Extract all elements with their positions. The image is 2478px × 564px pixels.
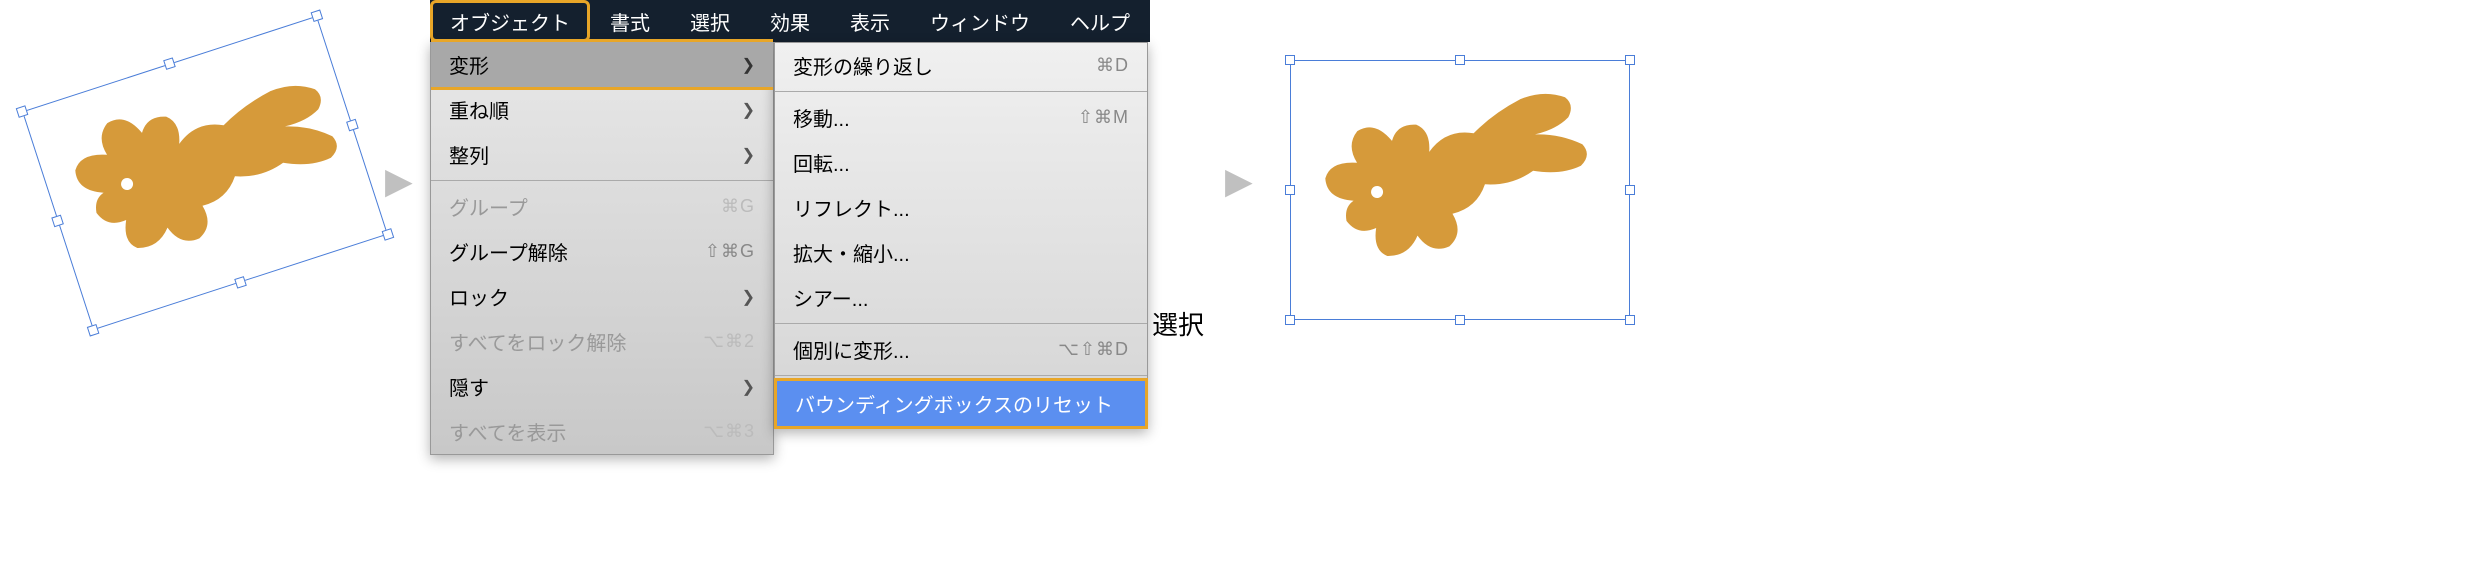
- menubar-item-select[interactable]: 選択: [670, 0, 750, 42]
- menu-item-label: リフレクト...: [793, 193, 910, 222]
- menu-item-label: シアー...: [793, 283, 868, 312]
- handle-mr[interactable]: [346, 119, 359, 132]
- menu-shortcut: ⇧⌘M: [1078, 107, 1129, 128]
- menu-item-align[interactable]: 整列 ❯: [431, 132, 773, 177]
- handle-tl[interactable]: [16, 105, 29, 118]
- submenu-item-reset-bbox[interactable]: バウンディングボックスのリセット: [774, 378, 1148, 429]
- menu-item-label: 変形: [449, 50, 489, 79]
- chevron-right-icon: ❯: [742, 145, 755, 165]
- menubar-item-view[interactable]: 表示: [830, 0, 910, 42]
- menu-shortcut: ⌥⌘2: [703, 331, 755, 352]
- canvas-after: [1280, 45, 1650, 325]
- bounding-box-axis-aligned[interactable]: [1290, 60, 1630, 320]
- menubar-item-window[interactable]: ウィンドウ: [910, 0, 1050, 42]
- canvas-before: [30, 20, 380, 370]
- transform-submenu: 変形の繰り返し ⌘D 移動... ⇧⌘M 回転... リフレクト... 拡大・縮…: [774, 42, 1148, 429]
- handle-bm[interactable]: [234, 276, 247, 289]
- menu-item-label: 整列: [449, 140, 489, 169]
- menu-item-label: 変形の繰り返し: [793, 51, 933, 80]
- menubar-item-help[interactable]: ヘルプ: [1050, 0, 1150, 42]
- submenu-item-rotate[interactable]: 回転...: [775, 140, 1147, 185]
- menu-container: オブジェクト 書式 選択 効果 表示 ウィンドウ ヘルプ 変形 ❯ 重ね順 ❯ …: [430, 0, 1150, 42]
- submenu-item-scale[interactable]: 拡大・縮小...: [775, 230, 1147, 275]
- handle-br[interactable]: [382, 228, 395, 241]
- handle-tm[interactable]: [163, 57, 176, 70]
- menu-item-label: バウンディングボックスのリセット: [795, 389, 1113, 418]
- menu-item-label: 隠す: [449, 372, 489, 401]
- menu-item-label: 拡大・縮小...: [793, 238, 910, 267]
- menu-shortcut: ⌥⇧⌘D: [1058, 339, 1129, 360]
- bounding-box-rotated[interactable]: [22, 16, 388, 331]
- handle-tm[interactable]: [1455, 55, 1465, 65]
- menu-item-transform[interactable]: 変形 ❯: [431, 39, 773, 90]
- submenu-item-repeat[interactable]: 変形の繰り返し ⌘D: [775, 43, 1147, 88]
- menubar: オブジェクト 書式 選択 効果 表示 ウィンドウ ヘルプ: [430, 0, 1150, 42]
- handle-ml[interactable]: [51, 215, 64, 228]
- menu-item-unlock-all: すべてをロック解除 ⌥⌘2: [431, 319, 773, 364]
- object-dropdown: 変形 ❯ 重ね順 ❯ 整列 ❯ グループ ⌘G グループ解除 ⇧⌘G ロック ❯…: [430, 42, 774, 455]
- submenu-item-transform-each[interactable]: 個別に変形... ⌥⇧⌘D: [775, 327, 1147, 372]
- submenu-item-reflect[interactable]: リフレクト...: [775, 185, 1147, 230]
- chevron-right-icon: ❯: [742, 287, 755, 307]
- menubar-item-type[interactable]: 書式: [590, 0, 670, 42]
- menu-item-label: すべてをロック解除: [449, 327, 626, 356]
- handle-br[interactable]: [1625, 315, 1635, 325]
- menu-item-label: グループ: [449, 192, 528, 221]
- handle-tr[interactable]: [311, 9, 324, 22]
- handle-tr[interactable]: [1625, 55, 1635, 65]
- menu-item-lock[interactable]: ロック ❯: [431, 274, 773, 319]
- menubar-item-object[interactable]: オブジェクト: [430, 0, 590, 42]
- submenu-item-move[interactable]: 移動... ⇧⌘M: [775, 95, 1147, 140]
- submenu-item-shear[interactable]: シアー...: [775, 275, 1147, 320]
- menu-divider: [431, 180, 773, 181]
- menu-item-group: グループ ⌘G: [431, 184, 773, 229]
- annotation-select: 選択: [1152, 305, 1204, 342]
- menu-item-ungroup[interactable]: グループ解除 ⇧⌘G: [431, 229, 773, 274]
- menu-divider: [775, 375, 1147, 376]
- menu-item-label: グループ解除: [449, 237, 568, 266]
- menu-shortcut: ⌘G: [721, 196, 755, 217]
- handle-bm[interactable]: [1455, 315, 1465, 325]
- menu-divider: [775, 323, 1147, 324]
- handle-tl[interactable]: [1285, 55, 1295, 65]
- handle-mr[interactable]: [1625, 185, 1635, 195]
- arrow-icon: ▶: [385, 160, 413, 202]
- menu-item-label: 回転...: [793, 148, 850, 177]
- menu-item-label: 重ね順: [449, 95, 509, 124]
- menu-item-label: 個別に変形...: [793, 335, 910, 364]
- handle-bl[interactable]: [87, 324, 100, 337]
- menu-item-label: すべてを表示: [449, 417, 566, 446]
- menu-shortcut: ⌥⌘3: [703, 421, 755, 442]
- handle-bl[interactable]: [1285, 315, 1295, 325]
- menu-divider: [775, 91, 1147, 92]
- arrow-icon: ▶: [1225, 160, 1253, 202]
- chevron-right-icon: ❯: [742, 55, 755, 75]
- chevron-right-icon: ❯: [742, 377, 755, 397]
- menu-shortcut: ⇧⌘G: [705, 241, 755, 262]
- handle-ml[interactable]: [1285, 185, 1295, 195]
- menu-item-label: ロック: [449, 282, 509, 311]
- menubar-item-effect[interactable]: 効果: [750, 0, 830, 42]
- menu-item-show-all: すべてを表示 ⌥⌘3: [431, 409, 773, 454]
- menu-shortcut: ⌘D: [1096, 55, 1129, 76]
- menu-item-arrange[interactable]: 重ね順 ❯: [431, 87, 773, 132]
- chevron-right-icon: ❯: [742, 100, 755, 120]
- menu-item-label: 移動...: [793, 103, 850, 132]
- menu-item-hide[interactable]: 隠す ❯: [431, 364, 773, 409]
